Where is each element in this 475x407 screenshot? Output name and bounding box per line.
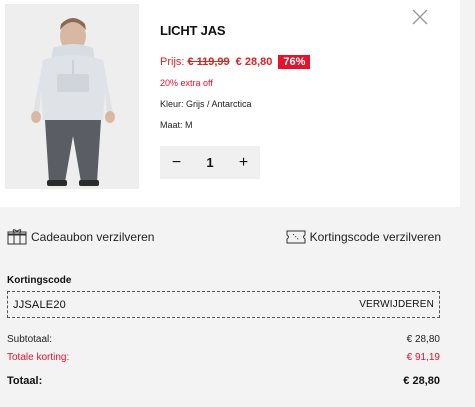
price-label: Prijs: bbox=[160, 56, 185, 68]
total-label: Totaal: bbox=[7, 375, 43, 387]
redeem-gift-card-button[interactable]: Cadeaubon verzilveren bbox=[7, 229, 154, 245]
close-icon[interactable] bbox=[411, 8, 429, 26]
voucher-actions: Cadeaubon verzilveren Kortingscode verzi… bbox=[0, 229, 460, 249]
total-row: Totaal: € 28,80 bbox=[7, 375, 440, 387]
discount-code-heading: Kortingscode bbox=[7, 275, 72, 286]
discount-badge: 76% bbox=[278, 55, 311, 69]
original-price: € 119,99 bbox=[187, 56, 230, 68]
total-discount-label: Totale korting: bbox=[7, 352, 70, 363]
subtotal-value: € 28,80 bbox=[406, 334, 440, 345]
total-value: € 28,80 bbox=[403, 375, 440, 387]
decrease-quantity-button[interactable]: − bbox=[160, 146, 193, 179]
gift-card-label: Cadeaubon verzilveren bbox=[31, 230, 155, 244]
product-image[interactable] bbox=[5, 4, 139, 189]
applied-discount-code: JJSALE20 VERWIJDEREN bbox=[7, 291, 440, 318]
total-discount-row: Totale korting: € 91,19 bbox=[7, 352, 440, 363]
product-color: Kleur: Grijs / Antarctica bbox=[160, 99, 252, 109]
increase-quantity-button[interactable]: + bbox=[227, 146, 260, 179]
product-size: Maat: M bbox=[160, 120, 193, 130]
redeem-coupon-button[interactable]: Kortingscode verzilveren bbox=[286, 229, 441, 245]
coupon-label: Kortingscode verzilveren bbox=[309, 230, 441, 244]
price-row: Prijs: € 119,99 € 28,80 76% bbox=[160, 55, 311, 69]
subtotal-row: Subtotaal: € 28,80 bbox=[7, 334, 440, 345]
jacket-model-illustration bbox=[5, 4, 139, 189]
discount-code-value: JJSALE20 bbox=[13, 298, 66, 311]
subtotal-label: Subtotaal: bbox=[7, 334, 53, 345]
coupon-icon bbox=[286, 230, 306, 244]
extra-discount-note: 20% extra off bbox=[160, 78, 213, 88]
remove-code-button[interactable]: VERWIJDEREN bbox=[359, 299, 434, 310]
quantity-stepper: − 1 + bbox=[160, 146, 260, 179]
product-title[interactable]: LICHT JAS bbox=[160, 23, 226, 38]
gift-icon bbox=[7, 229, 27, 245]
sale-price: € 28,80 bbox=[235, 56, 273, 68]
cart-item-card: LICHT JAS Prijs: € 119,99 € 28,80 76% 20… bbox=[0, 0, 460, 207]
quantity-value[interactable]: 1 bbox=[193, 155, 227, 170]
total-discount-value: € 91,19 bbox=[406, 352, 440, 363]
